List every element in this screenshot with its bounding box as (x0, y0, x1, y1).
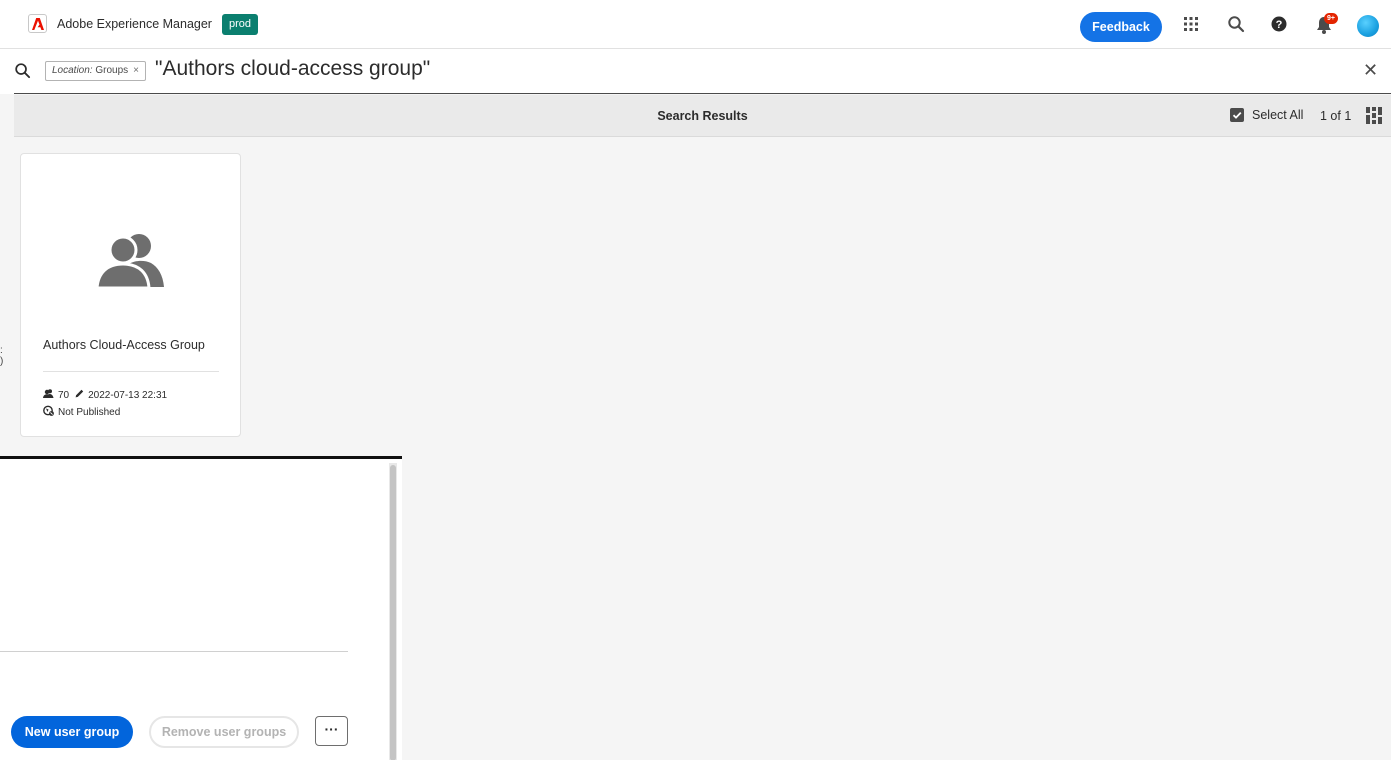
filter-tag-value: Groups (92, 65, 129, 76)
omnisearch-bar: Location: Groups × "Authors cloud-access … (0, 49, 1391, 94)
select-all-button[interactable]: Select All (1230, 108, 1303, 122)
select-all-label: Select All (1252, 108, 1304, 122)
apps-grid-icon[interactable] (1182, 15, 1202, 35)
user-groups-panel: New user group Remove user groups ··· (0, 456, 402, 760)
search-query-input[interactable]: "Authors cloud-access group" (155, 57, 430, 81)
edge-glyph: : ) (0, 345, 4, 367)
modified-date: 2022-07-13 22:31 (88, 389, 168, 401)
publish-status: Not Published (58, 406, 121, 418)
remove-user-groups-button[interactable]: Remove user groups (149, 716, 299, 748)
filter-tag-prefix: Location: (52, 65, 93, 76)
help-icon[interactable]: ? (1270, 15, 1290, 35)
remove-filter-icon[interactable]: × (133, 65, 139, 76)
result-card[interactable]: Authors Cloud-Access Group 70 2022-07-13… (20, 153, 241, 437)
search-icon[interactable] (1227, 15, 1247, 35)
environment-badge: prod (222, 14, 259, 35)
edit-pencil-icon (75, 389, 84, 401)
avatar[interactable] (1357, 15, 1379, 37)
page-title: Search Results (657, 109, 748, 123)
feedback-button[interactable]: Feedback (1080, 12, 1162, 42)
new-user-group-button[interactable]: New user group (11, 716, 133, 748)
adobe-logo-icon[interactable] (28, 14, 47, 33)
location-filter-tag[interactable]: Location: Groups × (45, 61, 147, 81)
checkbox-icon (1230, 108, 1244, 122)
users-icon (43, 389, 54, 401)
notification-count-badge: 9+ (1324, 13, 1338, 24)
search-icon (14, 62, 31, 84)
globe-unpublished-icon (43, 405, 54, 419)
panel-divider (0, 651, 348, 652)
results-action-bar: Search Results Select All 1 of 1 (14, 95, 1391, 137)
user-group-icon (95, 231, 165, 294)
close-search-icon[interactable]: ✕ (1363, 60, 1378, 81)
member-count: 70 (58, 389, 70, 401)
card-status-row: Not Published (43, 405, 120, 419)
more-actions-button[interactable]: ··· (315, 716, 348, 746)
panel-scrollbar[interactable] (389, 463, 397, 760)
search-underline (14, 93, 1391, 94)
svg-text:?: ? (1276, 19, 1283, 31)
view-switcher-icon[interactable] (1366, 107, 1382, 129)
scrollbar-thumb[interactable] (390, 465, 396, 760)
app-name[interactable]: Adobe Experience Manager (57, 17, 212, 31)
shell-header: Adobe Experience Manager prod Feedback ?… (0, 0, 1391, 49)
card-meta-row: 70 2022-07-13 22:31 (43, 389, 167, 401)
pagination-count: 1 of 1 (1320, 109, 1352, 123)
card-title: Authors Cloud-Access Group (43, 338, 205, 352)
card-divider (43, 371, 219, 372)
